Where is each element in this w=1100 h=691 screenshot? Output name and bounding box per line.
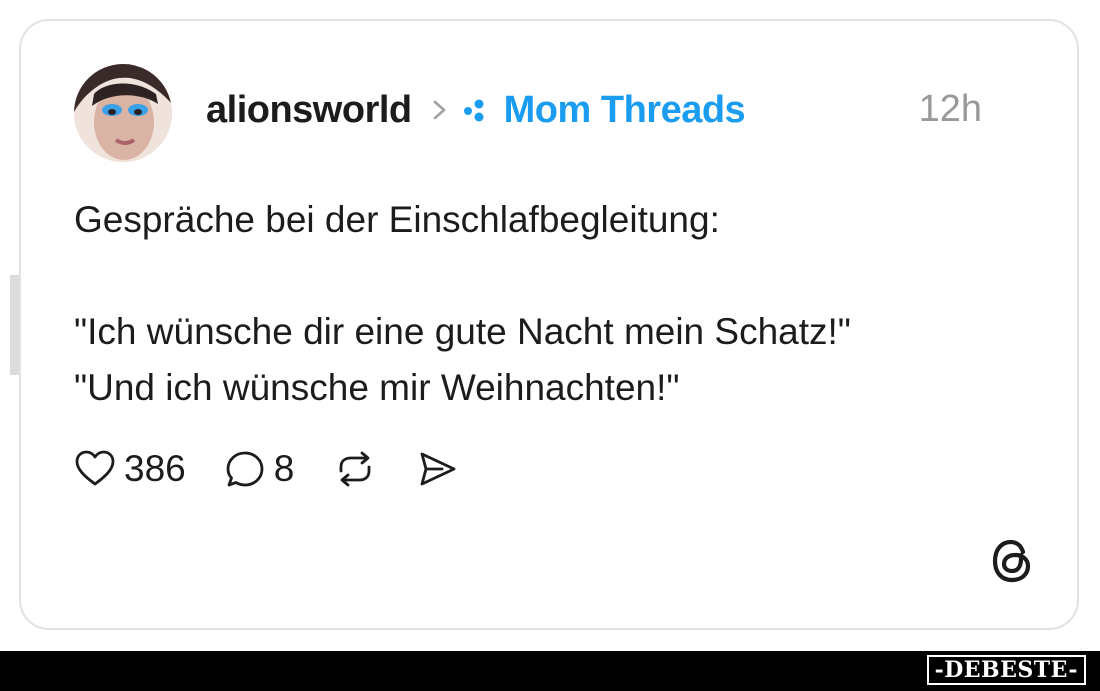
action-bar: 386 8: [74, 444, 498, 494]
chevron-right-icon: [430, 95, 450, 125]
footer-watermark-logo: -DEBESTE-: [926, 655, 1086, 685]
reply-count: 8: [273, 448, 295, 489]
post-line: "Ich wünsche dir eine gute Nacht mein Sc…: [74, 311, 851, 352]
like-count: 386: [124, 448, 186, 489]
username[interactable]: alionsworld: [206, 89, 412, 132]
post-line: Gespräche bei der Einschlafbegleitung:: [74, 199, 720, 240]
avatar[interactable]: [74, 64, 172, 162]
community-dots-icon: [462, 95, 494, 125]
send-icon: [420, 452, 456, 486]
threads-logo-icon: [986, 535, 1038, 587]
post-text: Gespräche bei der Einschlafbegleitung: "…: [74, 192, 1034, 416]
repost-button[interactable]: [332, 449, 378, 489]
community-link[interactable]: Mom Threads: [504, 89, 746, 132]
like-button[interactable]: 386: [74, 448, 186, 490]
heart-icon: [75, 450, 115, 486]
repost-icon: [339, 451, 371, 487]
page: DEBESTE alionsworld: [0, 0, 1100, 691]
share-button[interactable]: [416, 449, 460, 489]
footer-bar: -DEBESTE-: [0, 651, 1100, 691]
reply-button[interactable]: 8: [224, 448, 295, 490]
timestamp: 12h: [918, 88, 982, 130]
comment-icon: [226, 451, 264, 487]
post-header: alionsworld Mom Threads: [206, 86, 746, 134]
post-line: "Und ich wünsche mir Weihnachten!": [74, 367, 680, 408]
